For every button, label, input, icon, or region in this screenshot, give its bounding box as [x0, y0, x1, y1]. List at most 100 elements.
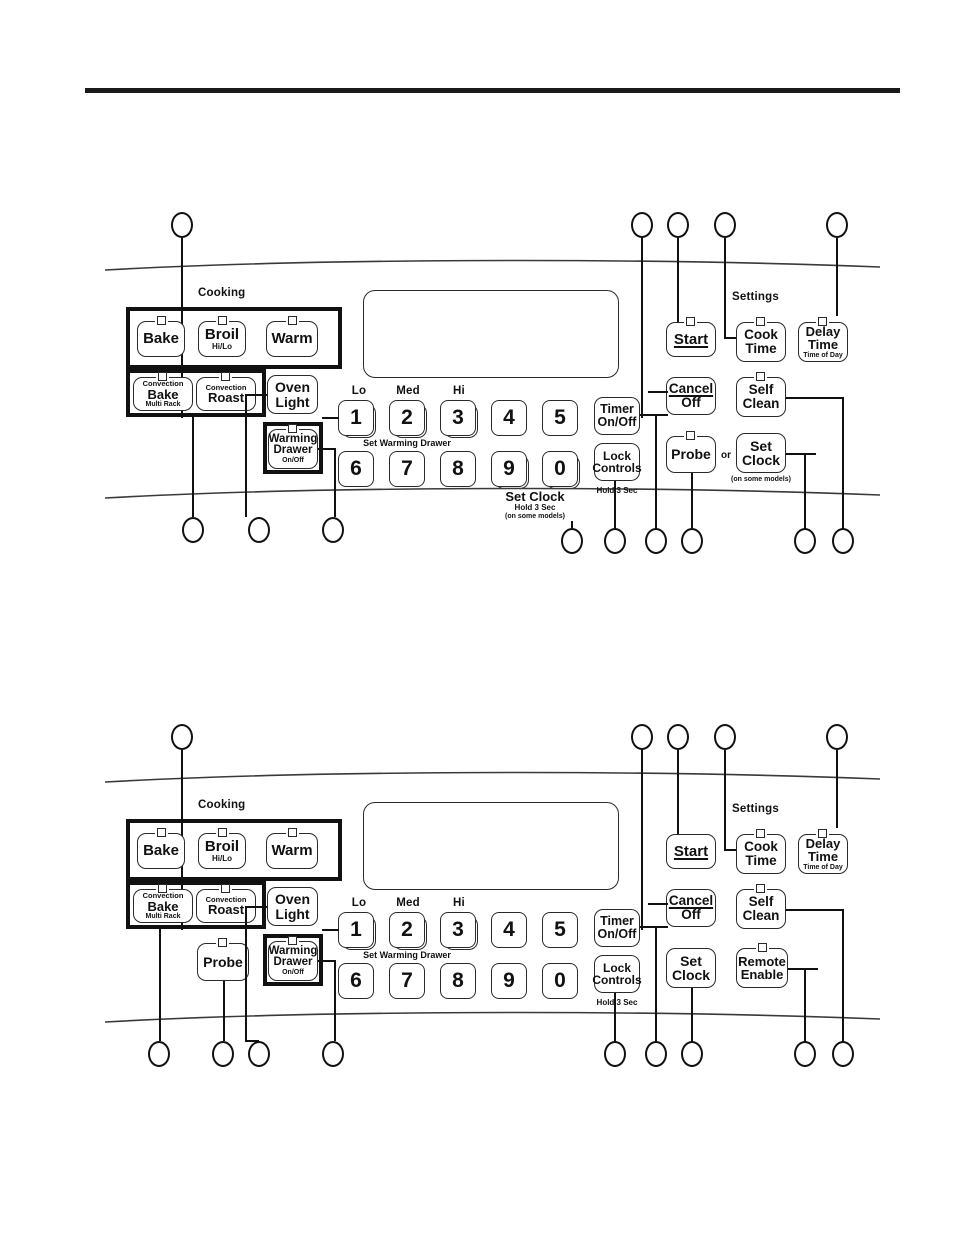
key-bake[interactable]: Bake	[137, 321, 185, 357]
led-indicator-probe	[686, 431, 695, 440]
section-label-settings: Settings	[732, 803, 779, 815]
callout-circle	[645, 528, 667, 554]
key-num-6[interactable]: 6	[338, 963, 374, 999]
callout-leader	[655, 414, 657, 543]
key-lock-controls[interactable]: Lock Controls	[592, 955, 642, 993]
section-label-cooking: Cooking	[198, 799, 246, 811]
control-panel-diagram-2: Cooking Bake Broil Hi/Lo Warm Convection…	[0, 707, 954, 1087]
key-convection-bake[interactable]: Convection Bake Multi Rack	[133, 377, 193, 411]
callout-leader	[677, 238, 679, 326]
key-timer-on-off[interactable]: Timer On/Off	[594, 397, 640, 435]
key-num-4[interactable]: 4	[491, 912, 527, 948]
key-cook-time[interactable]: Cook Time	[736, 834, 786, 874]
key-remote-enable[interactable]: Remote Enable	[736, 948, 788, 988]
key-cancel-off[interactable]: Cancel Off	[666, 889, 716, 927]
callout-circle	[832, 1041, 854, 1067]
callout-circle	[667, 212, 689, 238]
page-root: Cooking Bake Broil Hi/Lo Warm Convection…	[0, 0, 954, 1235]
key-num-2[interactable]: 2	[389, 912, 427, 950]
key-bake[interactable]: Bake	[137, 833, 185, 869]
key-num-5[interactable]: 5	[542, 400, 578, 436]
callout-circle	[248, 517, 270, 543]
key-num-3[interactable]: 3	[440, 912, 478, 950]
key-num-8[interactable]: 8	[440, 451, 476, 487]
key-num-7[interactable]: 7	[389, 451, 425, 487]
callout-circle	[826, 724, 848, 750]
key-num-0[interactable]: 0	[542, 963, 578, 999]
key-start[interactable]: Start	[666, 834, 716, 869]
key-oven-light[interactable]: Oven Light	[267, 375, 318, 414]
key-warming-drawer[interactable]: Warming Drawer On/Off	[268, 941, 318, 981]
key-num-9[interactable]: 9	[491, 451, 529, 489]
key-num-8[interactable]: 8	[440, 963, 476, 999]
key-num-7[interactable]: 7	[389, 963, 425, 999]
key-warm[interactable]: Warm	[266, 321, 318, 357]
callout-leader	[245, 1040, 259, 1042]
callout-circle	[714, 724, 736, 750]
key-probe[interactable]: Probe	[666, 436, 716, 473]
led-indicator-delay-time	[818, 317, 827, 326]
callout-circle	[794, 528, 816, 554]
callout-leader	[836, 238, 838, 316]
callout-leader	[640, 926, 668, 928]
key-num-4[interactable]: 4	[491, 400, 527, 436]
key-num-0[interactable]: 0	[542, 451, 580, 489]
key-probe-left[interactable]: Probe	[197, 943, 249, 981]
key-set-clock[interactable]: Set Clock	[736, 433, 786, 473]
callout-leader	[641, 238, 643, 418]
key-warm[interactable]: Warm	[266, 833, 318, 869]
key-broil[interactable]: Broil Hi/Lo	[198, 833, 246, 869]
key-timer-on-off[interactable]: Timer On/Off	[594, 909, 640, 947]
key-oven-light[interactable]: Oven Light	[267, 887, 318, 926]
key-delay-time[interactable]: Delay Time Time of Day	[798, 834, 848, 874]
key-self-clean[interactable]: Self Clean	[736, 377, 786, 417]
numpad-label-hi: Hi	[453, 385, 465, 397]
display-window	[363, 290, 619, 378]
key-delay-time[interactable]: Delay Time Time of Day	[798, 322, 848, 362]
led-indicator-broil	[218, 316, 227, 325]
led-indicator-warming-drawer	[288, 936, 297, 945]
label-set-clock-note-right: (on some models)	[731, 476, 791, 483]
callout-leader	[223, 981, 225, 1041]
label-lock-hold: Hold 3 Sec	[596, 998, 638, 1007]
key-num-6[interactable]: 6	[338, 451, 374, 487]
led-indicator-self-clean	[756, 884, 765, 893]
callout-leader	[245, 394, 267, 396]
key-start[interactable]: Start	[666, 322, 716, 357]
callout-circle	[148, 1041, 170, 1067]
callout-circle	[322, 517, 344, 543]
led-indicator-probe-left	[218, 938, 227, 947]
key-num-5[interactable]: 5	[542, 912, 578, 948]
key-broil[interactable]: Broil Hi/Lo	[198, 321, 246, 357]
led-indicator-remote-enable	[758, 943, 767, 952]
callout-circle	[631, 212, 653, 238]
control-panel-diagram-1: Cooking Bake Broil Hi/Lo Warm Convection…	[0, 195, 954, 575]
header-rule	[85, 88, 900, 93]
key-set-clock[interactable]: Set Clock	[666, 948, 716, 988]
label-lock-hold: Hold 3 Sec	[596, 486, 638, 495]
key-self-clean[interactable]: Self Clean	[736, 889, 786, 929]
callout-circle	[681, 1041, 703, 1067]
callout-circle	[182, 517, 204, 543]
key-num-3[interactable]: 3	[440, 400, 478, 438]
key-num-1[interactable]: 1	[338, 912, 376, 950]
label-or: or	[721, 450, 731, 461]
key-convection-bake[interactable]: Convection Bake Multi Rack	[133, 889, 193, 923]
callout-circle	[604, 528, 626, 554]
key-num-2[interactable]: 2	[389, 400, 427, 438]
key-cancel-off[interactable]: Cancel Off	[666, 377, 716, 415]
key-cook-time[interactable]: Cook Time	[736, 322, 786, 362]
key-warming-drawer[interactable]: Warming Drawer On/Off	[268, 429, 318, 469]
led-indicator-bake	[157, 316, 166, 325]
numpad-label-lo: Lo	[351, 897, 367, 909]
numpad-label-med: Med	[396, 385, 420, 397]
callout-circle	[794, 1041, 816, 1067]
numpad-label-med: Med	[396, 897, 420, 909]
key-num-9[interactable]: 9	[491, 963, 527, 999]
led-indicator-broil	[218, 828, 227, 837]
key-lock-controls[interactable]: Lock Controls	[592, 443, 642, 481]
callout-leader	[322, 417, 339, 419]
led-indicator-convection-roast	[221, 372, 230, 381]
key-num-1[interactable]: 1	[338, 400, 376, 438]
numpad-label-hi: Hi	[453, 897, 465, 909]
